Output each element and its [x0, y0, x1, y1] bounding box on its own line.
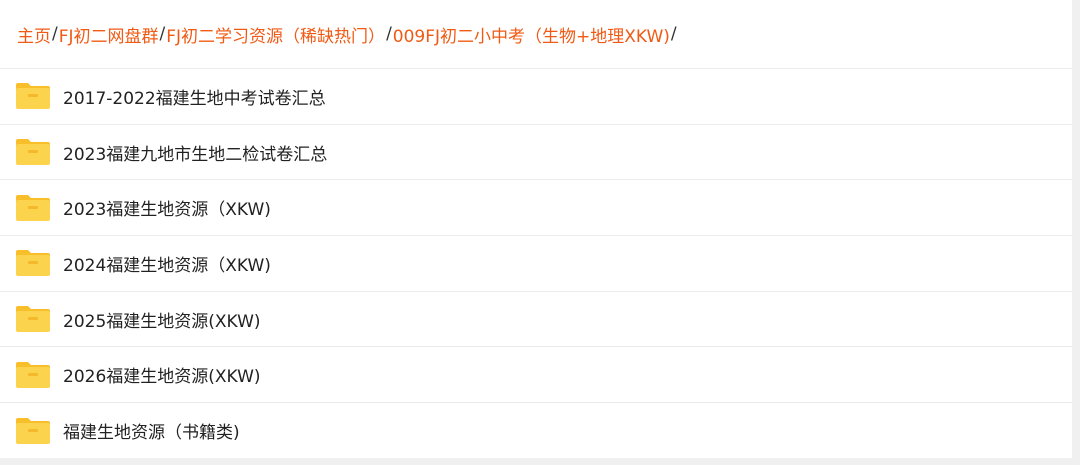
- folder-row[interactable]: 2023福建生地资源（XKW): [0, 180, 1072, 237]
- folder-row[interactable]: 福建生地资源（书籍类): [0, 403, 1072, 459]
- folder-row[interactable]: 2024福建生地资源（XKW): [0, 236, 1072, 292]
- folder-row[interactable]: 2017-2022福建生地中考试卷汇总: [0, 69, 1072, 125]
- breadcrumb-separator: /: [670, 24, 677, 44]
- folder-name: 2024福建生地资源（XKW): [63, 255, 271, 276]
- folder-icon: [15, 194, 51, 222]
- breadcrumb-separator: /: [159, 24, 166, 44]
- folder-name: 2023福建九地市生地二检试卷汇总: [63, 144, 328, 165]
- breadcrumb: 主页 / FJ初二网盘群 / FJ初二学习资源（稀缺热门） / 009FJ初二小…: [0, 0, 1072, 69]
- folder-icon: [15, 417, 51, 445]
- folder-name: 2023福建生地资源（XKW): [63, 200, 271, 221]
- breadcrumb-group-link[interactable]: FJ初二网盘群: [59, 22, 159, 47]
- breadcrumb-separator: /: [386, 24, 392, 44]
- breadcrumb-current-folder-link[interactable]: 009FJ初二小中考（生物+地理XKW): [393, 22, 670, 47]
- folder-row[interactable]: 2025福建生地资源(XKW): [0, 292, 1072, 348]
- folder-list: 2017-2022福建生地中考试卷汇总 2023福建九地市生地二检试卷汇总 20…: [0, 69, 1072, 459]
- breadcrumb-home-link[interactable]: 主页: [17, 22, 51, 47]
- breadcrumb-separator: /: [52, 24, 58, 44]
- folder-icon: [15, 82, 51, 110]
- folder-icon: [15, 361, 51, 389]
- folder-name: 福建生地资源（书籍类): [63, 423, 240, 444]
- breadcrumb-resources-link[interactable]: FJ初二学习资源（稀缺热门）: [166, 22, 385, 47]
- folder-icon: [15, 138, 51, 166]
- folder-name: 2025福建生地资源(XKW): [63, 311, 261, 332]
- folder-icon: [15, 249, 51, 277]
- file-browser-panel: 主页 / FJ初二网盘群 / FJ初二学习资源（稀缺热门） / 009FJ初二小…: [0, 0, 1072, 458]
- folder-name: 2017-2022福建生地中考试卷汇总: [63, 88, 326, 109]
- folder-row[interactable]: 2023福建九地市生地二检试卷汇总: [0, 125, 1072, 181]
- folder-icon: [15, 305, 51, 333]
- folder-name: 2026福建生地资源(XKW): [63, 367, 261, 388]
- folder-row[interactable]: 2026福建生地资源(XKW): [0, 347, 1072, 404]
